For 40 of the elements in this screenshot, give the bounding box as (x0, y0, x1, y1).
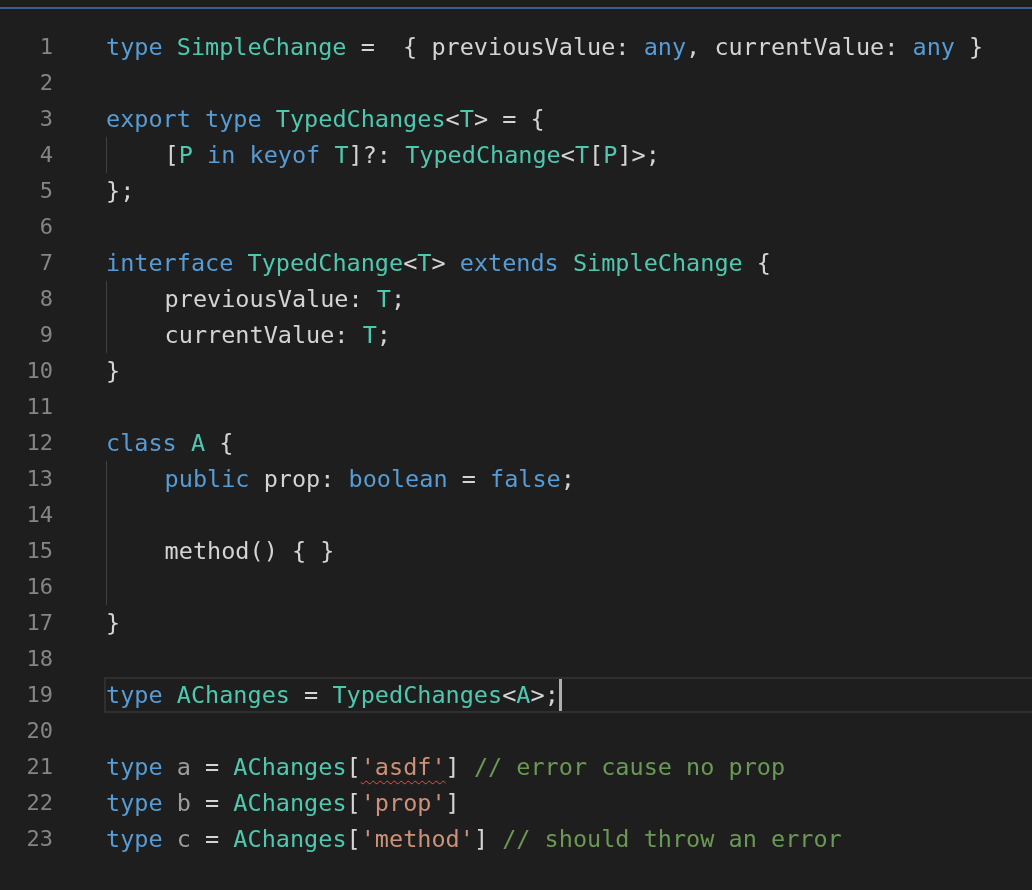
line-number: 11 (25, 393, 53, 421)
line-number: 1 (38, 33, 53, 61)
line-number: 7 (38, 249, 53, 277)
code-line: type SimpleChange = { previousValue: any, currentValue: any } (106, 32, 984, 62)
code-line: method() { } (163, 536, 335, 566)
code-line: } (106, 356, 121, 386)
line-number: 5 (38, 177, 53, 205)
line-number: 18 (25, 645, 53, 673)
line-number: 4 (38, 141, 53, 169)
code-line: export type TypedChanges<T> = { (106, 104, 545, 134)
line-number: 6 (38, 213, 53, 241)
code-line: type c = AChanges['method'] // should throw an error (106, 824, 842, 854)
line-number: 15 (25, 537, 53, 565)
code-line: }; (106, 176, 135, 206)
line-number: 2 (38, 69, 53, 97)
line-number: 13 (25, 465, 53, 493)
code-line: type AChanges = TypedChanges<A>; (106, 680, 559, 710)
code-line: previousValue: T; (163, 284, 406, 314)
line-number: 22 (25, 789, 53, 817)
line-number: 23 (25, 825, 53, 853)
line-number: 3 (38, 105, 53, 133)
code-line: type b = AChanges['prop'] (106, 788, 460, 818)
code-line: [P in keyof T]?: TypedChange<T[P]>; (163, 140, 660, 170)
line-number: 9 (38, 321, 53, 349)
line-number: 17 (25, 609, 53, 637)
line-number: 12 (25, 429, 53, 457)
code-line: type a = AChanges['asdf'] // error cause no prop (106, 752, 786, 782)
code-line: } (106, 608, 121, 638)
line-number: 8 (38, 285, 53, 313)
code-line: class A { (106, 428, 234, 458)
line-number: 16 (25, 573, 53, 601)
line-number: 14 (25, 501, 53, 529)
code-line: public prop: boolean = false; (163, 464, 575, 494)
code-line: currentValue: T; (163, 320, 391, 350)
code-line: interface TypedChange<T> extends SimpleChange { (106, 248, 771, 278)
line-number: 19 (25, 681, 53, 709)
line-number: 21 (25, 753, 53, 781)
line-number: 10 (25, 357, 53, 385)
line-number: 20 (25, 717, 53, 745)
text-cursor (558, 679, 562, 711)
